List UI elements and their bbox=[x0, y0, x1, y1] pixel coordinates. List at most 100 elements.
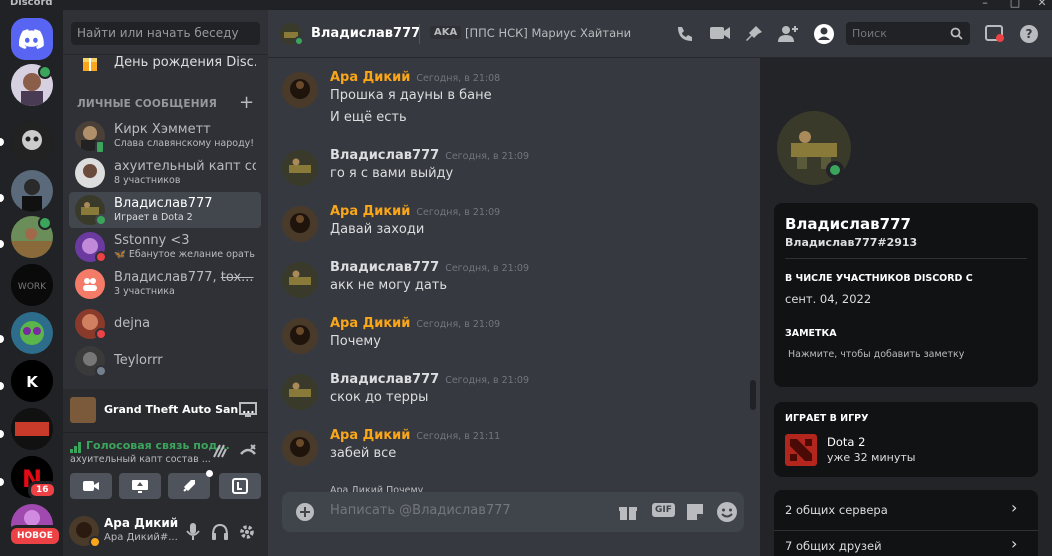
profile-avatar-ring bbox=[772, 106, 856, 190]
headphones-icon[interactable] bbox=[211, 523, 229, 541]
message-avatar[interactable] bbox=[282, 150, 318, 186]
dm-item-teylorrr[interactable]: Teylorrr bbox=[69, 343, 261, 379]
dm-item-sstonny[interactable]: Sstonny <3 🦋 Ебанутое желание орать bbox=[69, 229, 261, 265]
close-icon[interactable]: ✕ bbox=[1032, 0, 1052, 9]
message-timestamp: Сегодня, в 21:09 bbox=[416, 319, 501, 330]
voice-status: Голосовая связь под... bbox=[86, 439, 230, 452]
birthday-label: День рождения Disc... bbox=[114, 55, 256, 70]
microphone-icon[interactable] bbox=[186, 523, 200, 541]
message-text: скок до терры bbox=[330, 390, 429, 405]
home-button[interactable] bbox=[11, 18, 53, 60]
server-mask[interactable] bbox=[11, 312, 53, 354]
message-avatar[interactable] bbox=[282, 72, 318, 108]
dm-item-name: Владислав777 bbox=[114, 196, 213, 211]
gif-button[interactable]: GIF bbox=[652, 503, 675, 517]
disconnect-icon[interactable] bbox=[239, 443, 257, 459]
search-placeholder: Поиск bbox=[852, 27, 887, 40]
message-avatar[interactable] bbox=[282, 318, 318, 354]
new-badge: НОВОЕ bbox=[8, 525, 62, 547]
message-author[interactable]: Ара Дикий Сегодня, в 21:09 bbox=[330, 204, 500, 219]
mutual-servers-row[interactable]: 2 общих сервера › bbox=[774, 490, 1038, 530]
dnd-status-icon bbox=[95, 328, 107, 340]
message-avatar[interactable] bbox=[282, 262, 318, 298]
profile-display-name: Владислав777 bbox=[785, 215, 911, 233]
message-text: забей все bbox=[330, 446, 397, 461]
dm-item-group-vlad[interactable]: Владислав777, tox... 3 участника bbox=[69, 266, 261, 302]
server-k[interactable]: K bbox=[11, 360, 53, 402]
message-author-name: Владислав777 bbox=[330, 372, 440, 387]
dm-item-subtitle: 8 участников bbox=[114, 175, 181, 186]
server-text-logo[interactable] bbox=[11, 408, 53, 450]
screen-share-icon bbox=[132, 480, 148, 493]
heart-icon: 🦋 bbox=[114, 249, 129, 260]
message-text: И ещё есть bbox=[330, 110, 407, 125]
dm-item-status: Слава славянскому народу! bbox=[114, 138, 255, 149]
attach-plus-icon[interactable] bbox=[295, 502, 315, 522]
message-author[interactable]: Ара Дикий Сегодня, в 21:08 bbox=[330, 70, 500, 85]
aka-names: [ППС НСК] Мариус Хайтани bbox=[465, 26, 632, 40]
emoji-icon[interactable] bbox=[716, 501, 738, 523]
member-since-date: сент. 04, 2022 bbox=[785, 292, 872, 306]
birthday-item[interactable]: День рождения Disc... bbox=[69, 52, 261, 76]
screen-share-button[interactable] bbox=[119, 473, 161, 499]
message-timestamp: Сегодня, в 21:09 bbox=[445, 263, 529, 274]
soundboard-button[interactable] bbox=[219, 473, 261, 499]
dm-item-vladislav[interactable]: Владислав777 Играет в Dota 2 bbox=[69, 192, 261, 228]
mutual-friends-row[interactable]: 7 общих друзей › bbox=[774, 531, 1038, 556]
help-icon[interactable]: ? bbox=[1018, 23, 1040, 45]
stream-monitor-icon[interactable] bbox=[239, 401, 257, 419]
message-composer[interactable]: Написать @Владислав777 GIF bbox=[282, 492, 744, 532]
message-group: Ара Дикий Сегодня, в 21:08 Прошка я дауны … bbox=[268, 68, 748, 128]
voice-channel[interactable]: ахуительный капт состав ... bbox=[70, 454, 211, 465]
add-friend-icon[interactable] bbox=[777, 23, 799, 45]
dm-item-group-kapt[interactable]: ахуительный капт со... 8 участников bbox=[69, 155, 261, 191]
dm-item-name-strike: tox... bbox=[220, 270, 254, 285]
maximize-icon[interactable]: □ bbox=[1005, 0, 1025, 9]
dm-section-header: ЛИЧНЫЕ СООБЩЕНИЯ bbox=[77, 98, 218, 110]
activity-button[interactable] bbox=[168, 470, 213, 499]
user-tag: Ара Дикий#... bbox=[104, 532, 178, 543]
noise-suppression-icon[interactable] bbox=[212, 443, 228, 459]
server-skull[interactable] bbox=[11, 120, 53, 162]
minimize-icon[interactable]: – bbox=[975, 0, 995, 9]
server-work[interactable]: WORK bbox=[11, 264, 53, 306]
user-profile-icon[interactable] bbox=[813, 23, 835, 45]
note-input[interactable]: Нажмите, чтобы добавить заметку bbox=[788, 349, 964, 360]
message-scrollbar[interactable] bbox=[750, 380, 756, 410]
message-timestamp: Сегодня, в 21:11 bbox=[416, 431, 501, 442]
message-avatar[interactable] bbox=[282, 374, 318, 410]
sticker-icon[interactable] bbox=[685, 502, 705, 522]
dm-search-input[interactable]: Найти или начать беседу bbox=[71, 22, 260, 45]
video-call-icon[interactable] bbox=[709, 25, 731, 41]
monitor-icon bbox=[38, 216, 52, 230]
online-status-icon bbox=[826, 161, 844, 179]
dm-item-dejna[interactable]: dejna bbox=[69, 306, 261, 342]
message-author[interactable]: Ара Дикий Сегодня, в 21:11 bbox=[330, 428, 500, 443]
message-group: Ара Дикий Сегодня, в 21:11 забей все bbox=[268, 426, 748, 470]
message-avatar[interactable] bbox=[282, 430, 318, 466]
search-icon bbox=[950, 27, 963, 40]
voice-call-icon[interactable] bbox=[675, 24, 695, 44]
soundboard-icon bbox=[232, 478, 248, 494]
message-author[interactable]: Владислав777 Сегодня, в 21:09 bbox=[330, 148, 529, 163]
header-search-input[interactable]: Поиск bbox=[846, 22, 970, 45]
dm-sidebar: Найти или начать беседу День рождения Di… bbox=[63, 10, 268, 556]
server-portrait[interactable] bbox=[11, 170, 53, 212]
settings-gear-icon[interactable] bbox=[238, 523, 256, 541]
message-avatar[interactable] bbox=[282, 206, 318, 242]
dm-item-name: ахуительный капт со... bbox=[114, 159, 256, 174]
camera-button[interactable] bbox=[70, 473, 112, 499]
create-dm-plus-icon[interactable]: + bbox=[239, 92, 254, 113]
inbox-icon[interactable] bbox=[985, 24, 1005, 44]
avatar-image: WORK bbox=[11, 264, 53, 306]
unread-pill bbox=[0, 138, 4, 146]
game-elapsed: уже 32 минуты bbox=[827, 451, 916, 464]
dm-item-kirk[interactable]: Кирк Хэмметт Слава славянскому народу! bbox=[69, 118, 261, 154]
gift-icon[interactable] bbox=[618, 502, 638, 522]
message-author[interactable]: Владислав777 Сегодня, в 21:09 bbox=[330, 260, 529, 275]
pin-icon[interactable] bbox=[744, 24, 764, 44]
message-author[interactable]: Ара Дикий Сегодня, в 21:09 bbox=[330, 316, 500, 331]
dnd-status-icon bbox=[95, 251, 107, 263]
message-input[interactable]: Написать @Владислав777 bbox=[330, 503, 511, 518]
message-author[interactable]: Владислав777 Сегодня, в 21:09 bbox=[330, 372, 529, 387]
